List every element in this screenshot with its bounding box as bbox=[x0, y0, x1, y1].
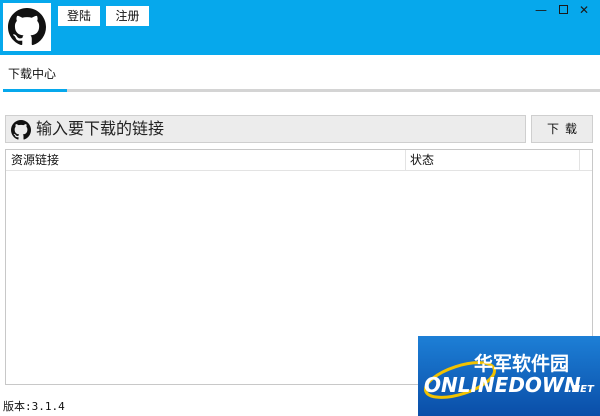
url-input[interactable] bbox=[36, 116, 521, 142]
svg-text:.NET: .NET bbox=[568, 384, 595, 395]
tab-active-indicator bbox=[3, 89, 67, 92]
svg-text:华军软件园: 华军软件园 bbox=[474, 352, 569, 375]
maximize-button[interactable] bbox=[556, 3, 570, 17]
tab-underline bbox=[3, 89, 600, 92]
column-header-filler bbox=[579, 150, 592, 171]
app-logo bbox=[3, 3, 51, 51]
login-button[interactable]: 登陆 bbox=[58, 6, 100, 26]
minimize-icon: — bbox=[535, 3, 547, 17]
maximize-icon bbox=[558, 5, 568, 14]
version-label: 版本:3.1.4 bbox=[3, 400, 65, 413]
minimize-button[interactable]: — bbox=[534, 3, 548, 17]
column-header-status[interactable]: 状态 bbox=[405, 150, 579, 171]
close-icon: ✕ bbox=[578, 3, 590, 17]
github-icon bbox=[11, 120, 31, 140]
svg-text:ONLINEDOWN: ONLINEDOWN bbox=[424, 373, 581, 397]
onlinedown-watermark-logo: 华军软件园 ONLINEDOWN .NET bbox=[418, 336, 600, 416]
table-header: 资源链接 状态 bbox=[6, 150, 592, 171]
close-button[interactable]: ✕ bbox=[576, 3, 592, 17]
register-button[interactable]: 注册 bbox=[106, 6, 149, 26]
download-button[interactable]: 下载 bbox=[531, 115, 593, 143]
column-header-resource-link[interactable]: 资源链接 bbox=[7, 150, 405, 171]
url-input-box[interactable] bbox=[5, 115, 526, 143]
github-icon bbox=[8, 8, 46, 46]
tab-download-center[interactable]: 下载中心 bbox=[8, 65, 56, 83]
title-bar: 登陆 注册 — ✕ bbox=[0, 0, 600, 55]
